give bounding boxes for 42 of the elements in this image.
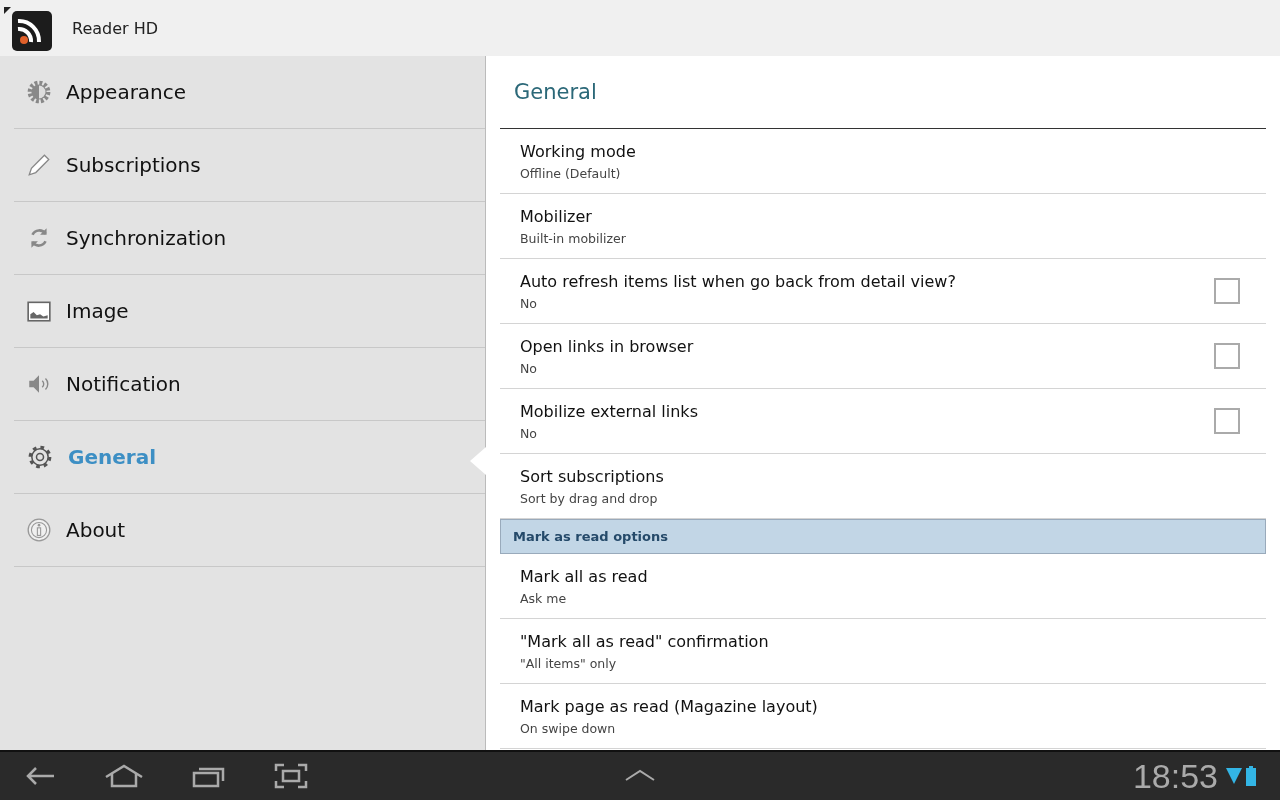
checkbox[interactable]: [1214, 343, 1240, 369]
sidebar-item[interactable]: Image: [14, 275, 485, 348]
preference-summary: No: [520, 295, 538, 311]
preference-summary: On swipe down: [520, 720, 617, 736]
selection-pointer: [470, 447, 486, 475]
preference-summary: Sort by drag and drop: [520, 490, 659, 506]
preference-summary: "All items" only: [520, 655, 618, 671]
preference-title[interactable]: Working mode: [520, 141, 1240, 161]
preference-summary: Ask me: [520, 590, 568, 606]
preference-summary: No: [520, 425, 538, 441]
pencil-icon: [26, 152, 52, 178]
settings-icon: [26, 443, 54, 471]
chevron-up-icon[interactable]: [624, 768, 656, 782]
preference-title[interactable]: Mobilize external links: [520, 401, 1214, 421]
sidebar-item[interactable]: Notification: [14, 348, 485, 421]
preference-summary: No: [520, 360, 538, 376]
sidebar-item[interactable]: Appearance: [14, 56, 485, 129]
battery-icon: [1246, 766, 1256, 786]
sidebar-item[interactable]: About: [14, 494, 485, 567]
preference-title[interactable]: Sort subscriptions: [520, 466, 1240, 486]
checkbox[interactable]: [1214, 278, 1240, 304]
section-title: General: [500, 56, 1266, 129]
checkbox[interactable]: [1214, 408, 1240, 434]
preference-title[interactable]: Mobilizer: [520, 206, 1240, 226]
preference-summary: Offline (Default): [520, 165, 622, 181]
app-title: Reader HD: [72, 18, 159, 38]
preference-title[interactable]: Auto refresh items list when go back from detail view?: [520, 271, 1214, 291]
half-gear-icon: [26, 79, 52, 105]
category-header: Mark as read options: [500, 519, 1266, 554]
sidebar-item[interactable]: Subscriptions: [14, 129, 485, 202]
rss-logo-icon[interactable]: [4, 7, 52, 51]
preference-title[interactable]: "Mark all as read" confirmation: [520, 631, 1240, 651]
preference-title[interactable]: Mark page as read (Magazine layout): [520, 696, 1240, 716]
screenshot-icon[interactable]: [274, 763, 308, 789]
preference-title[interactable]: Open links in browser: [520, 336, 1214, 356]
preference-title[interactable]: Mark all as read: [520, 566, 1240, 586]
clock: 18:53: [1132, 756, 1218, 796]
preference-summary: Built-in mobilizer: [520, 230, 627, 246]
info-icon: [26, 517, 52, 543]
home-icon[interactable]: [104, 764, 144, 788]
wifi-icon: [1226, 767, 1242, 785]
sidebar-item[interactable]: Synchronization: [14, 202, 485, 275]
